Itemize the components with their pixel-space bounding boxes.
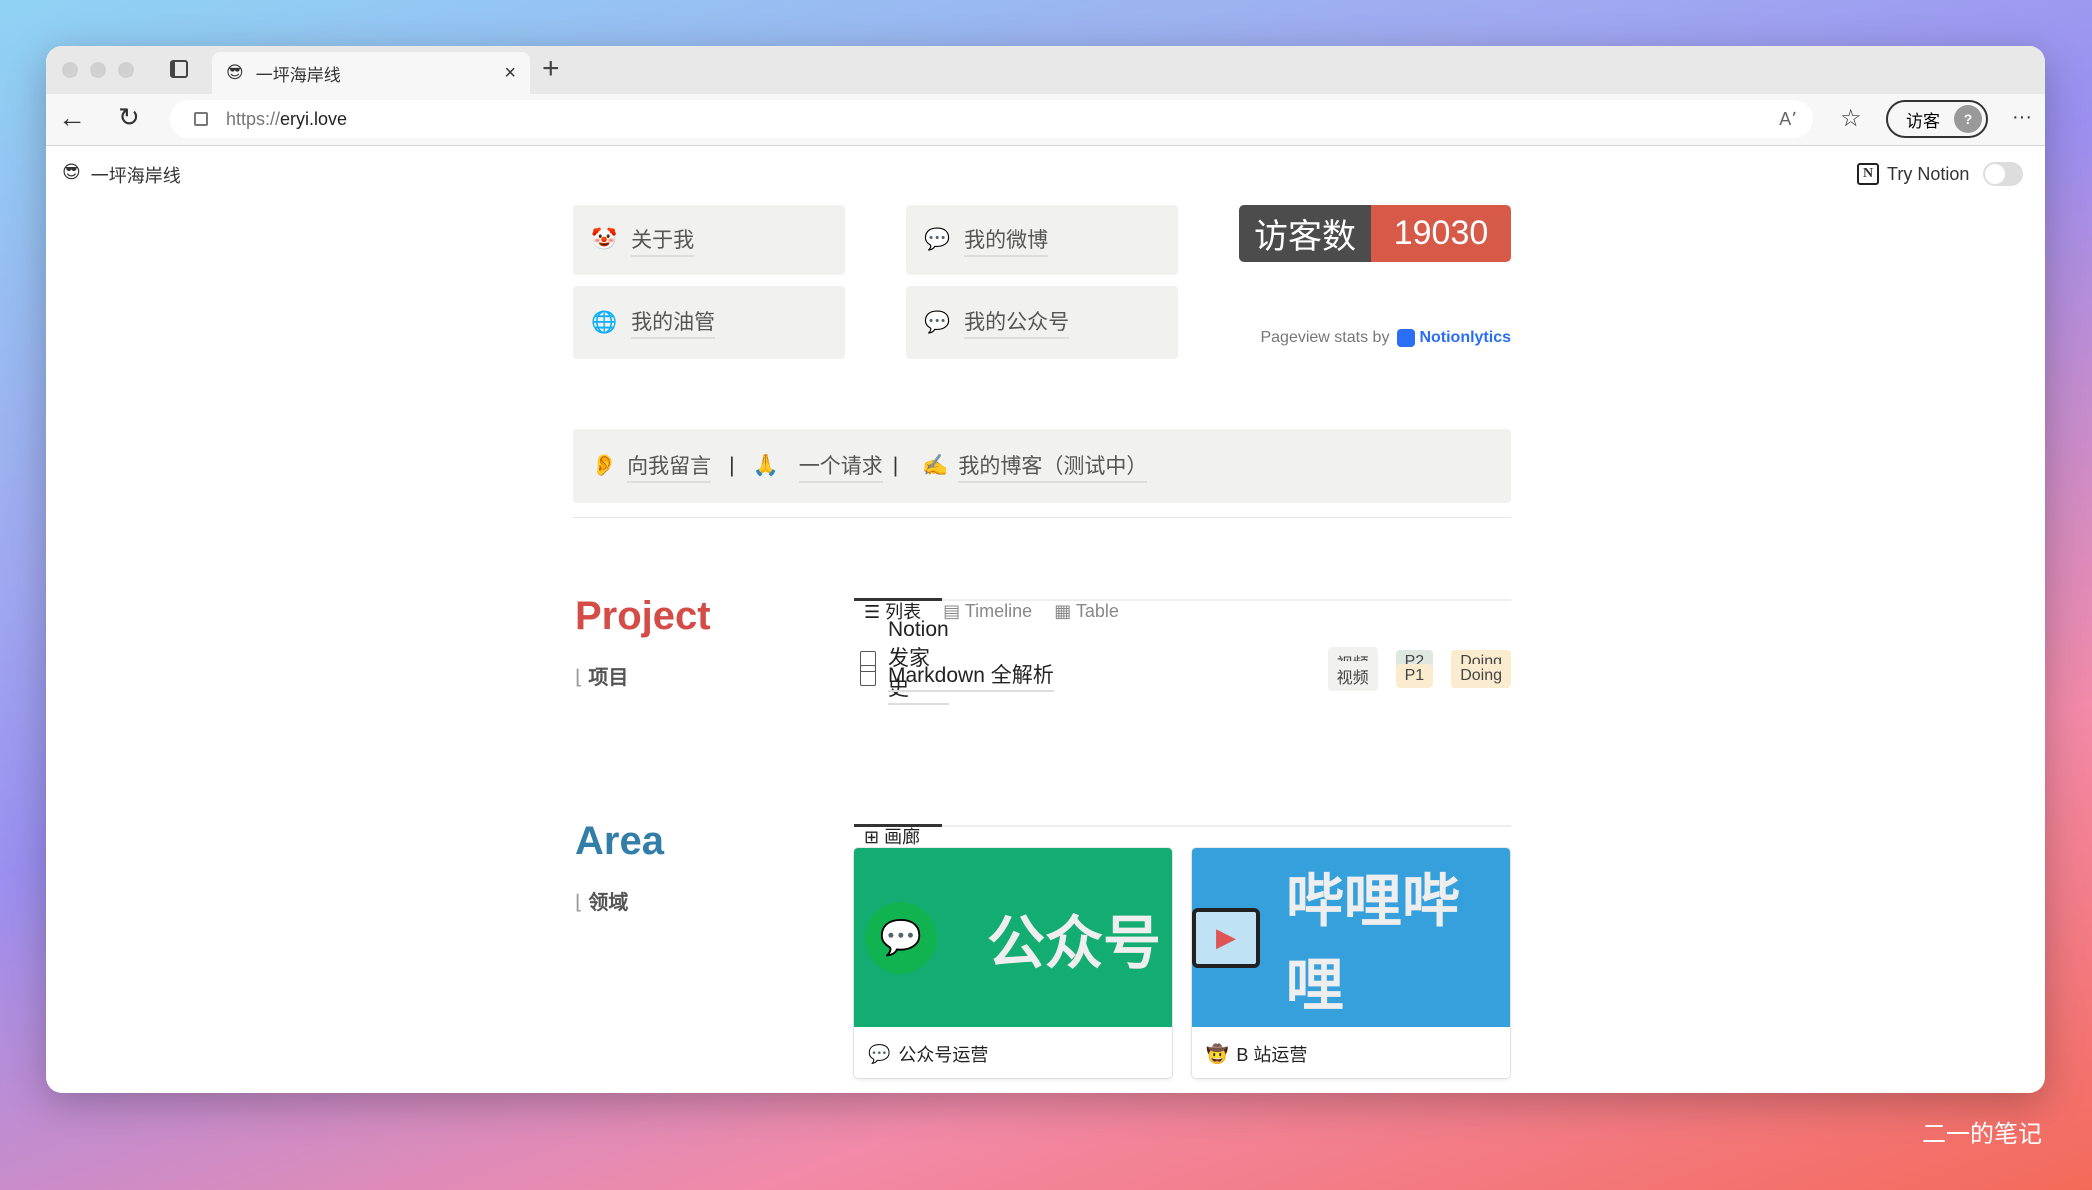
favorites-icon[interactable]: ☆ [1840,104,1862,133]
wechat-icon: 💬 [868,1043,891,1064]
area-heading: Area [575,819,664,863]
pageview-prefix: Pageview stats by [1260,329,1390,346]
callout-links: 👂 向我留言 | 🙏 一个请求 | ✍️ 我的博客（测试中） [573,429,1511,503]
page-icon: 😎 [62,162,81,182]
clown-icon: 🤡 [591,228,618,251]
notionlytics-icon [1397,329,1416,347]
link-wechat[interactable]: 💬 我的公众号 [906,286,1178,359]
cover-text: 哔哩哔哩 [1285,868,1460,1018]
gallery-icon: ⊞ [864,827,885,847]
leave-message-link[interactable]: 向我留言 [627,450,712,483]
gallery-card-bilibili[interactable]: ▶ 哔哩哔哩 🤠 B 站运营 [1192,848,1510,1078]
url-text: https://eryi.love [226,108,348,129]
cowboy-icon: 🤠 [1206,1043,1229,1064]
wechat-icon: 💬 [924,310,951,334]
try-notion-label: Try Notion [1887,163,1970,184]
browser-tab[interactable]: 😎 一坪海岸线 × [212,52,530,94]
list-item[interactable]: Markdown 全解析 视频 P1 Doing [860,659,1511,692]
visitor-label: 访客数 [1239,205,1371,262]
active-tab-indicator [854,598,942,601]
minimize-window-button[interactable] [90,62,106,78]
separator: | [892,454,899,477]
pageview-stats[interactable]: Pageview stats by Notionlytics [1239,329,1511,347]
new-tab-button[interactable]: + [542,52,560,86]
page-icon [860,665,876,686]
read-aloud-icon[interactable]: A՚ [1779,109,1797,130]
request-link[interactable]: 一个请求 [798,450,883,483]
globe-icon: 🌐 [591,310,618,334]
row-title: Markdown 全解析 [888,659,1054,692]
link-youtube[interactable]: 🌐 我的油管 [573,286,845,359]
divider [573,517,1511,518]
card-caption: B 站运营 [1236,1045,1308,1065]
tabs-underline [854,599,1511,601]
notion-logo-icon: N [1857,163,1879,185]
ear-icon: 👂 [591,454,618,477]
card-cover: 💬 公众号 [854,848,1172,1027]
page-title: 一坪海岸线 [90,166,181,186]
cover-text: 公众号 [986,910,1161,976]
project-subheading: ⌊ 项目 [575,667,629,689]
link-label: 我的公众号 [964,306,1070,339]
tab-bar: 😎 一坪海岸线 × + [46,46,2045,94]
tabs-underline [854,825,1511,827]
avatar: ? [1954,105,1982,133]
browser-window: 😎 一坪海岸线 × + ← ↻ https://eryi.love A՚ ☆ 访… [46,46,2045,1093]
visitor-count: 19030 [1371,205,1511,262]
project-heading: Project [575,594,711,638]
toolbar: ← ↻ https://eryi.love A՚ ☆ 访客 ? ··· [46,94,2045,146]
separator: | [729,454,735,477]
profile-label: 访客 [1906,111,1940,131]
gallery-card-wechat[interactable]: 💬 公众号 💬 公众号运营 [854,848,1172,1078]
tab-title: 一坪海岸线 [255,65,341,85]
link-label: 我的油管 [631,306,716,339]
area-subheading: ⌊ 领域 [575,892,629,914]
status-tag: Doing [1451,663,1511,688]
close-window-button[interactable] [62,62,78,78]
type-tag: 视频 [1327,660,1378,691]
reload-icon[interactable]: ↻ [118,102,140,133]
address-bar[interactable]: https://eryi.love A՚ [170,100,1813,138]
tab-favicon: 😎 [226,63,244,82]
back-icon[interactable]: ← [58,102,86,134]
speech-bubble-icon: 💬 [924,228,951,251]
more-menu-icon[interactable]: ··· [2012,106,2032,129]
maximize-window-button[interactable] [118,62,134,78]
try-notion-button[interactable]: N Try Notion [1857,162,2024,186]
link-label: 我的微博 [964,224,1049,257]
link-weibo[interactable]: 💬 我的微博 [906,205,1178,275]
video-player-icon: ▶ [1192,907,1260,968]
priority-tag: P1 [1395,663,1434,688]
writing-hand-icon: ✍️ [922,454,949,477]
active-tab-indicator [854,824,942,827]
pray-icon: 🙏 [752,454,779,477]
link-about-me[interactable]: 🤡 关于我 [573,205,845,275]
profile-button[interactable]: 访客 ? [1886,100,1988,138]
notionlytics-link: Notionlytics [1419,329,1511,346]
page-breadcrumb[interactable]: 😎 一坪海岸线 [62,162,181,188]
wechat-logo-icon: 💬 [864,901,937,974]
watermark: 二一的笔记 [1922,1121,2042,1148]
card-caption: 公众号运营 [898,1045,989,1065]
blog-link[interactable]: 我的博客（测试中） [958,450,1148,483]
close-tab-icon[interactable]: × [504,62,516,85]
theme-toggle[interactable] [1983,162,2024,186]
visitor-count-badge: 访客数 19030 [1239,205,1511,262]
sidebar-toggle-icon[interactable] [170,60,188,78]
lock-icon [194,112,208,126]
card-cover: ▶ 哔哩哔哩 [1192,848,1510,1027]
link-label: 关于我 [631,224,695,257]
